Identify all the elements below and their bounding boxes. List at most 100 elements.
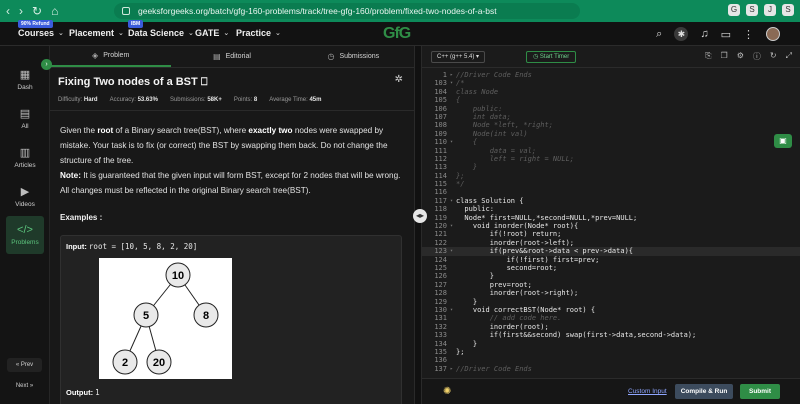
forward-icon[interactable]: › <box>19 4 23 18</box>
code-text: void correctBST(Node* root) { <box>456 305 596 314</box>
sidebar-item-articles[interactable]: ▥ Articles <box>6 138 44 176</box>
message-icon[interactable]: ▭ <box>721 28 731 41</box>
search-icon[interactable]: ⌕ <box>656 28 662 41</box>
reset-icon[interactable]: ↻ <box>770 51 777 62</box>
code-line[interactable]: 1 ▸//Driver Code Ends <box>422 71 800 79</box>
report-bug-icon[interactable]: ✲ <box>395 74 403 85</box>
code-line[interactable]: 130 ▾ void correctBST(Node* root) { <box>422 306 800 314</box>
code-line[interactable]: 127 prev=root; <box>422 281 800 289</box>
address-bar[interactable]: geeksforgeeks.org/batch/gfg-160-problems… <box>114 3 580 19</box>
hint-bulb-icon[interactable]: ✺ <box>443 386 451 397</box>
settings-icon[interactable]: ⚙ <box>737 51 744 62</box>
nav-menu-courses[interactable]: Courses ⌄ 90% Refund <box>18 20 64 38</box>
tab-problem[interactable]: ◈ Problem <box>50 46 172 67</box>
code-line[interactable]: 112 left = right = NULL; <box>422 155 800 163</box>
nav-menu-placement[interactable]: Placement ⌄ <box>69 28 124 38</box>
fold-toggle-icon <box>450 188 456 196</box>
code-text: data = val; <box>456 146 537 155</box>
code-line[interactable]: 125 second=root; <box>422 264 800 272</box>
notification-bell-icon[interactable]: ♫ <box>700 28 708 40</box>
tree-node-root: 10 <box>165 262 191 288</box>
code-area[interactable]: 1 ▸//Driver Code Ends 103 ▾/* 104 class Node 1… <box>422 71 800 375</box>
apps-icon[interactable]: ⋮ <box>743 28 754 41</box>
prev-button[interactable]: « Prev <box>7 358 42 372</box>
submit-button[interactable]: Submit <box>740 384 780 399</box>
code-line[interactable]: 116 <box>422 188 800 196</box>
user-avatar[interactable] <box>766 27 780 41</box>
code-line[interactable]: 114}; <box>422 172 800 180</box>
nav-menu-label: GATE <box>195 28 220 38</box>
sidebar-item-videos[interactable]: ▶ Videos <box>6 177 44 215</box>
browser-extension-icon[interactable]: S <box>782 4 794 16</box>
code-line[interactable]: 122 inorder(root->left); <box>422 239 800 247</box>
back-icon[interactable]: ‹ <box>6 4 10 18</box>
tab-editorial[interactable]: ▤ Editorial <box>171 46 292 67</box>
nav-menu-gate[interactable]: GATE ⌄ <box>195 28 229 38</box>
code-line[interactable]: 115 */ <box>422 180 800 188</box>
divider <box>50 110 414 111</box>
code-line[interactable]: 107 int data; <box>422 113 800 121</box>
nav-menu-practice[interactable]: Practice ⌄ <box>236 28 281 38</box>
code-line[interactable]: 121 if(!root) return; <box>422 230 800 238</box>
reload-icon[interactable]: ↻ <box>32 4 42 18</box>
code-line[interactable]: 124 if(!first) first=prev; <box>422 256 800 264</box>
extensions-bar: GSJS <box>728 4 794 16</box>
custom-input-link[interactable]: Custom Input <box>628 388 667 395</box>
code-line[interactable]: 133 if(first&&second) swap(first->data,s… <box>422 331 800 339</box>
theme-toggle-icon[interactable]: ✱ <box>674 27 689 41</box>
code-line[interactable]: 119 Node* first=NULL,*second=NULL,*prev=… <box>422 214 800 222</box>
code-line[interactable]: 109 Node(int val) <box>422 130 800 138</box>
next-button[interactable]: Next » <box>7 379 42 393</box>
start-timer-button[interactable]: ◷ Start Timer <box>526 51 577 63</box>
code-line[interactable]: 104 class Node <box>422 88 800 96</box>
sidebar-item-all[interactable]: ▤ All <box>6 99 44 137</box>
nav-menu-label: Courses <box>18 28 55 38</box>
code-line[interactable]: 113 } <box>422 163 800 171</box>
code-line[interactable]: 136 <box>422 356 800 364</box>
compile-run-button[interactable]: Compile & Run <box>675 384 733 399</box>
code-line[interactable]: 129 } <box>422 298 800 306</box>
code-line[interactable]: 137 ▸//Driver Code Ends <box>422 365 800 373</box>
chat-icon[interactable]: ▣ <box>774 134 792 148</box>
copy-icon[interactable]: ❐ <box>721 51 728 62</box>
code-line[interactable]: 123 ▾ if(prev&&root->data < prev->data){ <box>422 247 800 256</box>
code-line[interactable]: 118 public: <box>422 205 800 213</box>
language-select[interactable]: C++ (g++ 5.4) ▾ <box>431 51 486 63</box>
sidebar-toggle-icon[interactable]: › <box>41 59 52 70</box>
resize-handle-icon[interactable]: ◂▸ <box>413 209 427 223</box>
code-line[interactable]: 126 } <box>422 272 800 280</box>
code-line[interactable]: 106 public: <box>422 105 800 113</box>
fullscreen-icon[interactable]: ⤢ <box>786 51 792 62</box>
browser-extension-icon[interactable]: S <box>746 4 758 16</box>
promo-badge: IBM <box>128 20 144 28</box>
code-line[interactable]: 120 ▾ void inorder(Node* root){ <box>422 222 800 230</box>
line-number: 137 <box>434 364 447 373</box>
promo-badge: 90% Refund <box>18 20 53 28</box>
panel-splitter[interactable] <box>414 46 422 404</box>
browser-extension-icon[interactable]: G <box>728 4 740 16</box>
code-line[interactable]: 117 ▾ class Solution { <box>422 197 800 205</box>
code-line[interactable]: 103 ▾/* <box>422 79 800 87</box>
code-line[interactable]: 105 { <box>422 96 800 104</box>
bookmark-editor-icon[interactable]: ⎘ <box>705 51 711 62</box>
meta-item: Accuracy: 53.63% <box>110 97 158 103</box>
code-line[interactable]: 111 data = val; <box>422 147 800 155</box>
code-line[interactable]: 132 inorder(root); <box>422 323 800 331</box>
site-info-icon[interactable] <box>122 7 130 15</box>
home-icon[interactable]: ⌂ <box>51 4 58 18</box>
code-line[interactable]: 134 } <box>422 340 800 348</box>
sidebar-item-problems[interactable]: </> Problems <box>6 216 44 254</box>
code-line[interactable]: 110 ▾ { <box>422 138 800 146</box>
browser-extension-icon[interactable]: J <box>764 4 776 16</box>
code-line[interactable]: 131 // add code here. <box>422 314 800 322</box>
tab-submissions[interactable]: ◷ Submissions <box>293 46 414 67</box>
code-line[interactable]: 135}; <box>422 348 800 356</box>
nav-menu-data-science[interactable]: Data Science ⌄ IBM <box>128 20 194 38</box>
code-line[interactable]: 128 inorder(root->right); <box>422 289 800 297</box>
sidebar-item-dash[interactable]: ▦ Dash <box>6 60 44 98</box>
info-icon[interactable]: ⓘ <box>753 51 761 62</box>
bookmark-icon[interactable]: ⎕ <box>201 76 208 88</box>
code-line[interactable]: 108 Node *left, *right; <box>422 121 800 129</box>
gfg-logo[interactable]: GfG <box>383 25 411 43</box>
meta-item: Points: 8 <box>234 97 257 103</box>
